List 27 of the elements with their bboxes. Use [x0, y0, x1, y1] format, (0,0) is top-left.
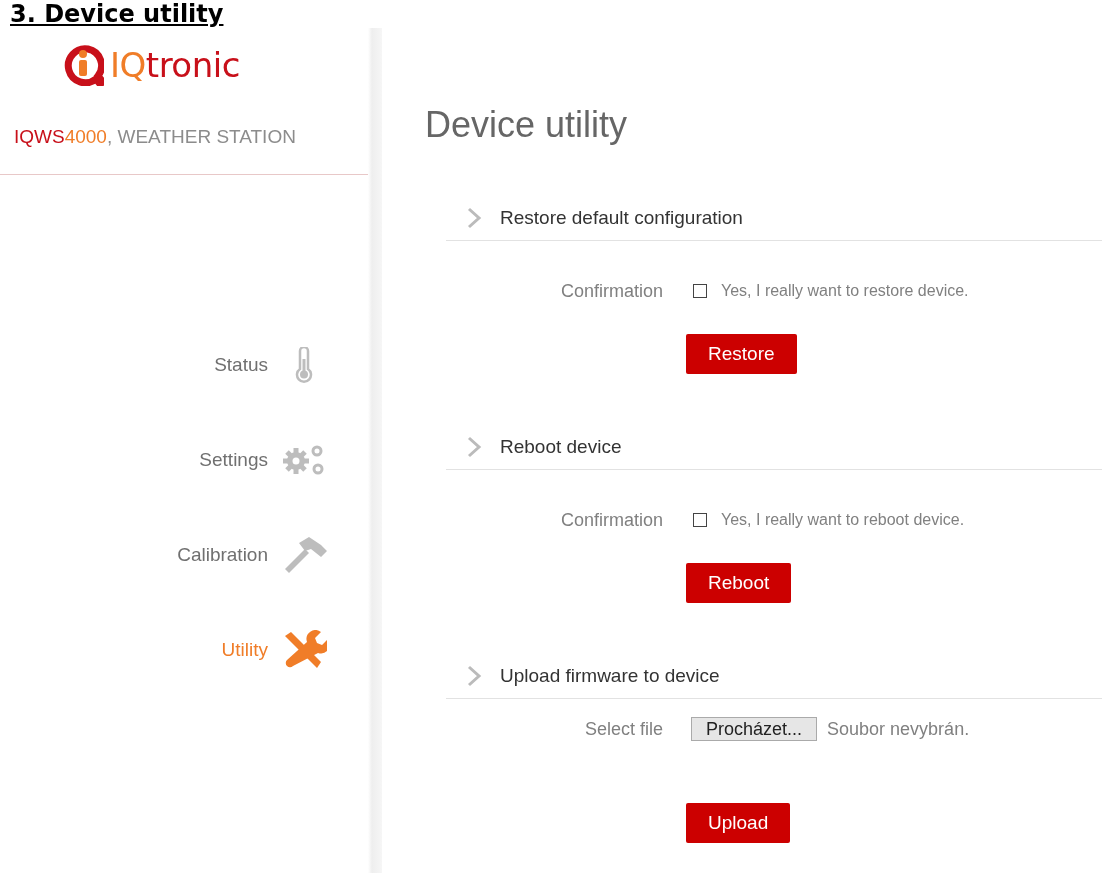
device-name: IQWS4000, WEATHER STATION [14, 125, 296, 149]
upload-button[interactable]: Upload [686, 803, 791, 843]
action-button[interactable]: Restore [686, 334, 797, 374]
chevron-icon[interactable] [466, 205, 482, 230]
action-button[interactable]: Reboot [686, 563, 792, 603]
field-label: Select file [583, 718, 663, 740]
document-heading: 3. Device utility [10, 0, 224, 28]
thermometer-icon [295, 347, 313, 383]
nav-item[interactable]: Status [214, 354, 268, 376]
nav-item[interactable]: Settings [199, 449, 268, 471]
section-title: Restore default configuration [500, 206, 743, 229]
logo-text: IQtronic [110, 45, 240, 85]
checkbox[interactable] [693, 284, 707, 298]
field-label: Confirmation [559, 280, 663, 302]
logo-icon [62, 44, 104, 86]
checkbox[interactable] [693, 513, 707, 527]
nav-item[interactable]: Calibration [177, 544, 268, 566]
file-status: Soubor nevybrán. [827, 718, 970, 740]
chevron-icon[interactable] [466, 434, 482, 459]
checkbox-label: Yes, I really want to restore device. [721, 282, 969, 300]
section-title: Reboot device [500, 435, 622, 458]
section-title: Upload firmware to device [500, 664, 720, 687]
checkbox-label: Yes, I really want to reboot device. [721, 511, 965, 529]
browse-button[interactable]: Procházet... [691, 717, 818, 741]
page-title: Device utility [425, 103, 628, 147]
chevron-icon[interactable] [466, 663, 482, 688]
field-label: Confirmation [559, 509, 663, 531]
